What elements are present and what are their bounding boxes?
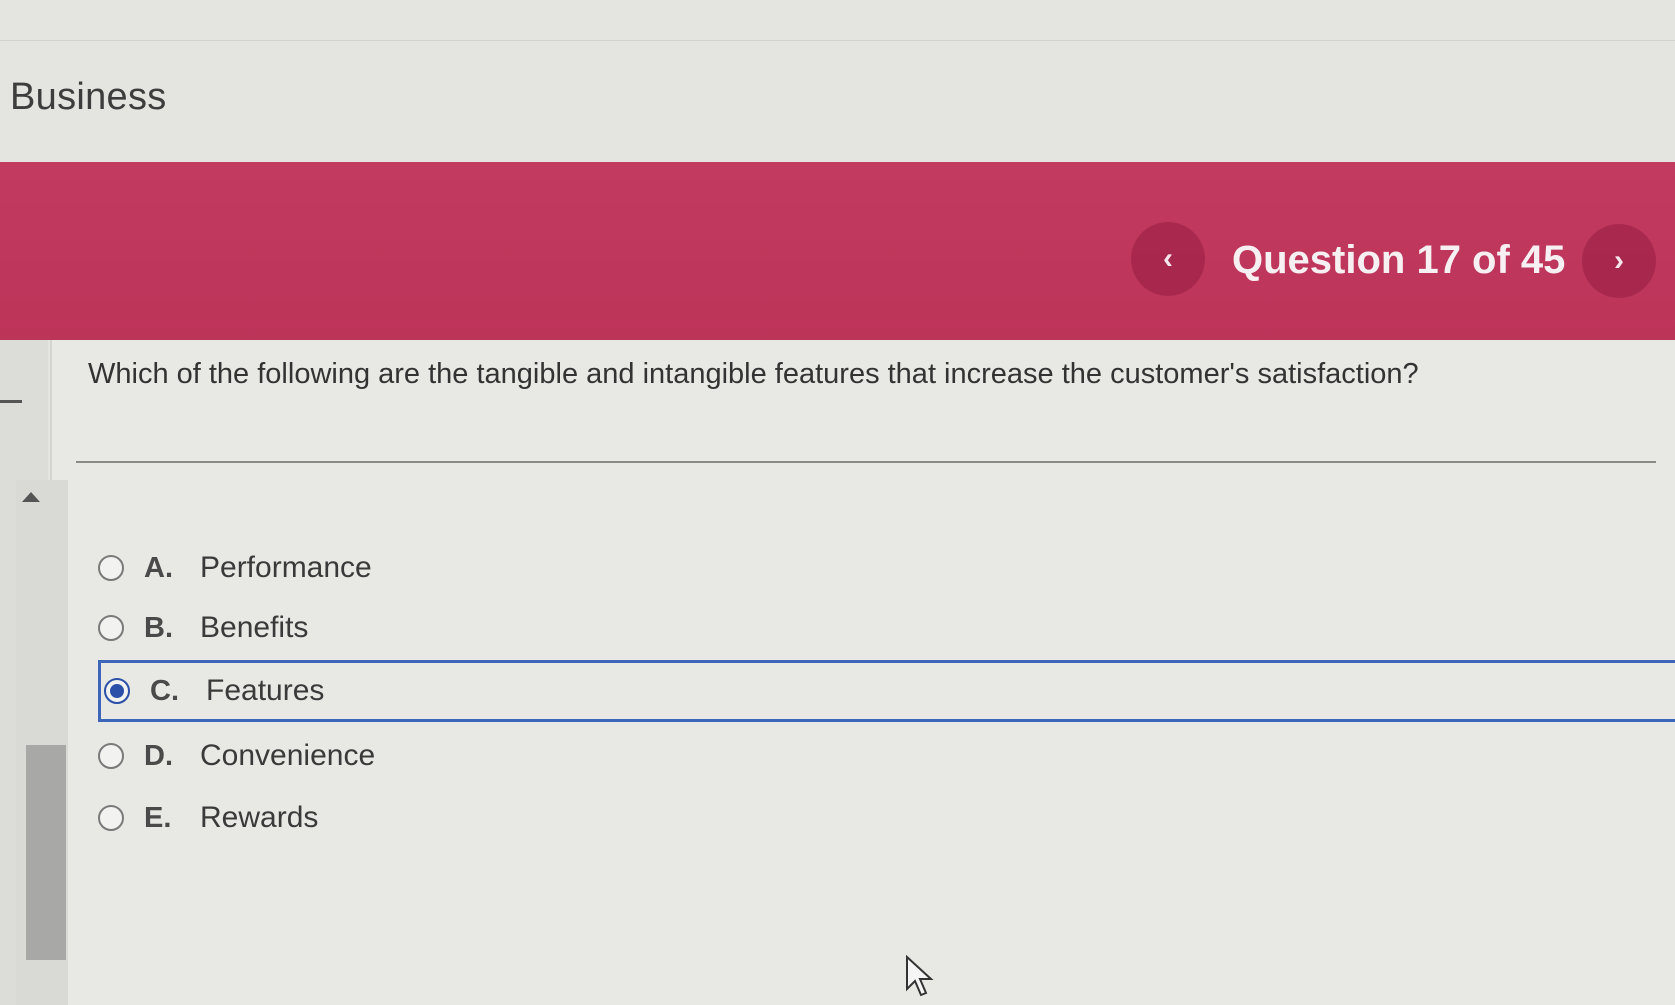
radio-button[interactable]	[98, 615, 124, 641]
option-text: Performance	[200, 551, 372, 584]
option-letter: C.	[150, 674, 179, 707]
scrollbar-thumb[interactable]	[26, 745, 66, 960]
radio-button[interactable]	[98, 555, 124, 581]
option-letter: A.	[144, 551, 173, 584]
option-e[interactable]: E. Rewards	[98, 790, 1675, 846]
scroll-up-arrow-icon[interactable]	[22, 492, 40, 502]
option-d[interactable]: D. Convenience	[98, 728, 1675, 784]
option-letter: B.	[144, 611, 173, 644]
chevron-right-icon: ›	[1614, 244, 1624, 277]
previous-question-button[interactable]: ‹	[1131, 222, 1205, 296]
option-b[interactable]: B. Benefits	[98, 600, 1675, 656]
question-banner: ‹ Question 17 of 45 ›	[0, 162, 1675, 340]
radio-dot-icon	[110, 684, 124, 698]
option-a[interactable]: A. Performance	[98, 540, 1675, 596]
option-text: Benefits	[200, 611, 309, 644]
mouse-pointer-icon	[906, 955, 934, 997]
option-letter: D.	[144, 739, 173, 772]
top-divider	[0, 40, 1675, 41]
question-counter: Question 17 of 45	[1232, 238, 1566, 282]
option-text: Rewards	[200, 801, 319, 834]
option-text: Convenience	[200, 739, 376, 772]
chevron-left-icon: ‹	[1163, 242, 1173, 275]
radio-button[interactable]	[98, 805, 124, 831]
option-letter: E.	[144, 801, 172, 834]
next-question-button[interactable]: ›	[1582, 224, 1656, 298]
collapse-handle[interactable]	[0, 400, 22, 403]
radio-button[interactable]	[98, 743, 124, 769]
radio-button-selected[interactable]	[104, 678, 130, 704]
course-title: Business	[10, 76, 167, 118]
option-text: Features	[206, 674, 325, 707]
question-divider	[76, 461, 1656, 463]
option-c[interactable]: C. Features	[98, 660, 1675, 722]
question-text: Which of the following are the tangible …	[88, 358, 1419, 390]
